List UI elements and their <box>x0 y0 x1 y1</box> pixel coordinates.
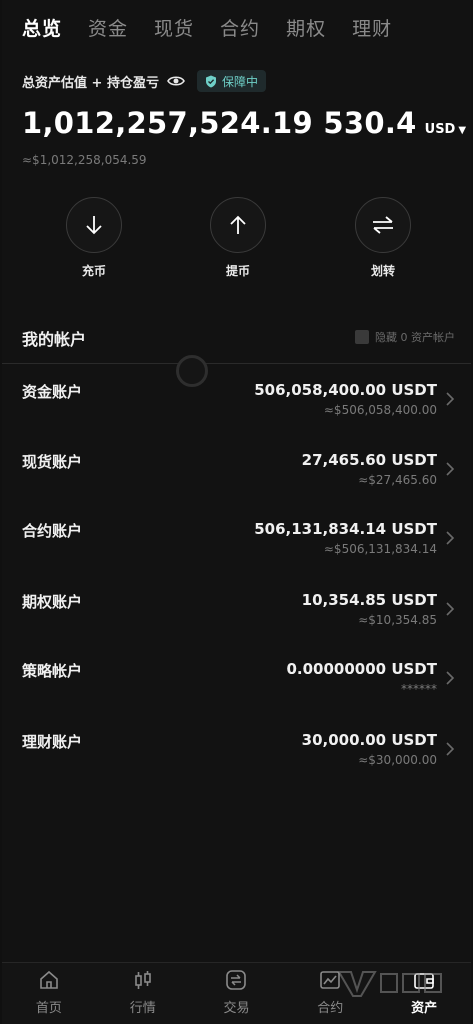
account-row-spot[interactable]: 现货账户 27,465.60 USDT ≈$27,465.60 <box>2 451 471 501</box>
total-balance-row: 1,012,257,524.19 530.4 USD ▼ <box>22 106 466 140</box>
nav-futures-label: 合约 <box>317 1001 344 1016</box>
chevron-right-icon <box>446 671 455 685</box>
account-name: 期权账户 <box>22 593 83 611</box>
nav-markets[interactable]: 行情 <box>96 963 190 1024</box>
account-amount: 10,354.85 USDT <box>301 591 437 609</box>
account-approx: ****** <box>401 682 437 696</box>
account-row-futures[interactable]: 合约账户 506,131,834.14 USDT ≈$506,131,834.1… <box>2 520 471 570</box>
account-approx: ≈$30,000.00 <box>358 753 437 767</box>
account-name: 现货账户 <box>22 453 83 471</box>
protection-badge[interactable]: 保障中 <box>196 70 266 92</box>
top-tabs: 总览 资金 现货 合约 期权 理财 <box>22 14 392 41</box>
caret-down-icon[interactable]: ▼ <box>458 125 466 136</box>
tab-funds[interactable]: 资金 <box>88 14 128 41</box>
app-screen: 总览 资金 现货 合约 期权 理财 总资产估值 + 持仓盈亏 保障中 1,012… <box>2 0 471 1024</box>
account-amount: 27,465.60 USDT <box>301 451 437 469</box>
shield-icon <box>205 75 216 87</box>
account-row-options[interactable]: 期权账户 10,354.85 USDT ≈$10,354.85 <box>2 591 471 641</box>
account-amount: 30,000.00 USDT <box>301 731 437 749</box>
nav-home-label: 首页 <box>35 1001 62 1016</box>
trade-icon <box>226 970 247 990</box>
hide-zero-toggle[interactable]: 隐藏 0 资产帐户 <box>355 329 455 345</box>
candlestick-icon <box>134 971 151 989</box>
chevron-right-icon <box>446 742 455 756</box>
withdraw-button[interactable]: 提币 <box>208 197 268 279</box>
chevron-right-icon <box>446 602 455 616</box>
asset-label: 总资产估值 + 持仓盈亏 <box>22 75 159 91</box>
transfer-icon <box>373 216 393 234</box>
account-row-earn[interactable]: 理财账户 30,000.00 USDT ≈$30,000.00 <box>2 731 471 781</box>
account-approx: ≈$506,058,400.00 <box>323 403 437 417</box>
currency-selector[interactable]: USD <box>425 122 456 137</box>
section-divider <box>2 363 471 364</box>
total-balance: 1,012,257,524.19 530.4 <box>22 106 417 140</box>
eye-icon[interactable] <box>167 75 185 87</box>
hide-zero-checkbox[interactable] <box>355 330 369 344</box>
chevron-right-icon <box>446 392 455 406</box>
hide-zero-label: 隐藏 0 资产帐户 <box>375 331 455 344</box>
tab-options[interactable]: 期权 <box>286 14 326 41</box>
nav-trade-label: 交易 <box>223 1001 250 1016</box>
approx-total: ≈$1,012,258,054.59 <box>22 153 147 167</box>
account-name: 合约账户 <box>22 522 83 540</box>
protection-label: 保障中 <box>221 74 258 89</box>
nav-trade[interactable]: 交易 <box>190 963 284 1024</box>
tab-futures[interactable]: 合约 <box>220 14 260 41</box>
account-approx: ≈$27,465.60 <box>358 473 437 487</box>
account-name: 资金账户 <box>22 383 83 401</box>
asset-label-row: 总资产估值 + 持仓盈亏 保障中 <box>22 70 266 92</box>
account-amount: 506,131,834.14 USDT <box>254 520 437 538</box>
arrow-up-icon <box>230 215 246 234</box>
withdraw-label: 提币 <box>225 264 250 278</box>
tab-overview[interactable]: 总览 <box>22 14 62 41</box>
nav-home[interactable]: 首页 <box>2 963 96 1024</box>
watermark-logo <box>337 971 442 997</box>
deposit-button[interactable]: 充币 <box>64 197 124 279</box>
nav-markets-label: 行情 <box>129 1001 156 1016</box>
transfer-label: 划转 <box>370 264 395 278</box>
accounts-section-title: 我的帐户 <box>22 330 87 349</box>
account-amount: 506,058,400.00 USDT <box>254 381 437 399</box>
transfer-button[interactable]: 划转 <box>353 197 413 279</box>
tab-earn[interactable]: 理财 <box>352 14 392 41</box>
account-row-funding[interactable]: 资金账户 506,058,400.00 USDT ≈$506,058,400.0… <box>2 381 471 431</box>
account-approx: ≈$506,131,834.14 <box>323 542 437 556</box>
chevron-right-icon <box>446 462 455 476</box>
arrow-down-icon <box>86 216 102 235</box>
chevron-right-icon <box>446 531 455 545</box>
account-name: 策略帐户 <box>22 662 83 680</box>
account-row-strategy[interactable]: 策略帐户 0.00000000 USDT ****** <box>2 660 471 710</box>
tab-spot[interactable]: 现货 <box>154 14 194 41</box>
deposit-label: 充币 <box>81 264 106 278</box>
account-approx: ≈$10,354.85 <box>358 613 437 627</box>
home-icon <box>40 970 58 989</box>
nav-assets-label: 资产 <box>411 1001 438 1016</box>
account-amount: 0.00000000 USDT <box>286 660 437 678</box>
account-name: 理财账户 <box>22 733 83 751</box>
